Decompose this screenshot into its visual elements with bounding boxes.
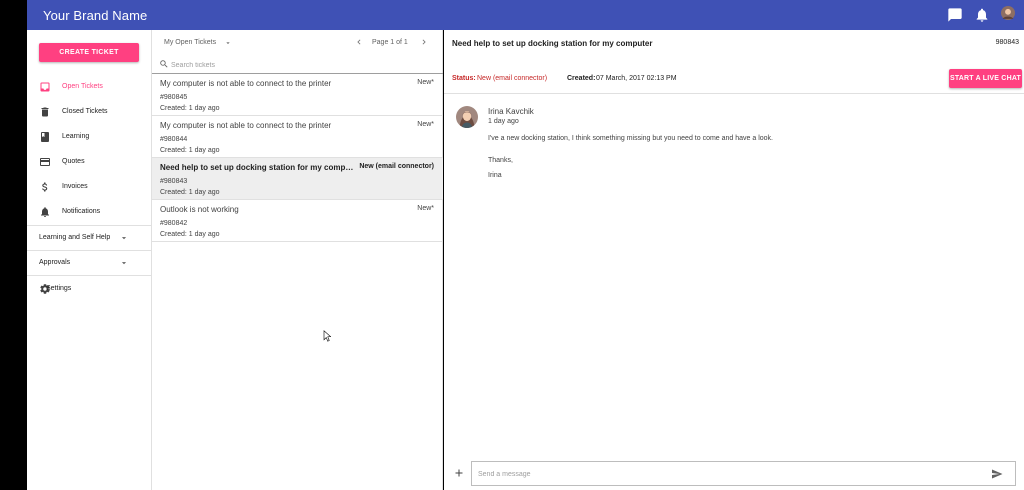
section-label: Learning and Self Help	[39, 234, 111, 241]
sidebar-item-label: Settings	[46, 285, 72, 292]
message-line: I've a new docking station, I think some…	[488, 135, 774, 142]
message-composer	[471, 461, 1016, 486]
caret-down-icon[interactable]	[224, 39, 232, 47]
add-attachment-icon[interactable]	[453, 467, 465, 479]
ticket-row[interactable]: My computer is not able to connect to th…	[152, 116, 443, 158]
search-icon	[160, 60, 168, 68]
ticket-title: My computer is not able to connect to th…	[160, 121, 332, 130]
ticket-list-panel: My Open Tickets Page 1 of 1 My computer …	[152, 30, 443, 490]
ticket-title: Need help to set up docking station for …	[160, 163, 356, 172]
ticket-row[interactable]: My computer is not able to connect to th…	[152, 74, 443, 116]
ticket-created: Created: 1 day ago	[160, 231, 220, 238]
sidebar-item-notifications[interactable]: Notifications	[27, 202, 151, 222]
ticket-row[interactable]: Outlook is not working New* #980842 Crea…	[152, 200, 443, 242]
search-input[interactable]	[171, 59, 431, 71]
sidebar-item-label: Learning	[62, 133, 90, 140]
search-bar	[152, 56, 443, 74]
ticket-created: Created: 1 day ago	[160, 105, 220, 112]
ticket-title: Outlook is not working	[160, 205, 239, 214]
message-line: Irina	[488, 172, 502, 179]
card-icon	[40, 158, 50, 166]
message-input[interactable]	[478, 468, 978, 480]
divider	[27, 250, 151, 251]
message-time: 1 day ago	[488, 118, 519, 125]
sidebar-item-label: Open Tickets	[62, 83, 103, 90]
ticket-number: #980843	[160, 178, 188, 185]
sidebar-item-label: Invoices	[62, 183, 88, 190]
ticket-row-selected[interactable]: Need help to set up docking station for …	[152, 158, 443, 200]
sidebar-item-open-tickets[interactable]: Open Tickets	[27, 77, 151, 97]
sidebar-item-closed-tickets[interactable]: Closed Tickets	[27, 102, 151, 122]
pager-text: Page 1 of 1	[372, 39, 408, 46]
sidebar-item-quotes[interactable]: Quotes	[27, 152, 151, 172]
divider	[27, 275, 151, 276]
dollar-icon	[42, 182, 48, 192]
chevron-right-icon[interactable]	[419, 37, 429, 47]
ticket-number: #980844	[160, 136, 188, 143]
sidebar-item-invoices[interactable]: Invoices	[27, 177, 151, 197]
ticket-status: New*	[417, 121, 434, 128]
created-label: Created:	[567, 75, 596, 82]
ticket-created: Created: 1 day ago	[160, 147, 220, 154]
app-bar: Your Brand Name	[27, 0, 1024, 30]
ticket-status: New*	[417, 205, 434, 212]
bell-icon[interactable]	[974, 7, 990, 23]
created-value: 07 March, 2017 02:13 PM	[596, 75, 677, 82]
send-icon[interactable]	[991, 468, 1003, 480]
message-author-avatar	[456, 106, 478, 128]
create-ticket-button[interactable]: CREATE TICKET	[39, 43, 139, 62]
ticket-detail-title: Need help to set up docking station for …	[452, 39, 653, 48]
ticket-meta-bar: Status: New (email connector) Created: 0…	[444, 64, 1024, 94]
sidebar-item-label: Quotes	[62, 158, 85, 165]
mouse-cursor-icon	[323, 330, 331, 342]
status-label: Status:	[452, 75, 476, 82]
book-icon	[41, 132, 49, 142]
ticket-detail-number: 980843	[995, 39, 1019, 46]
message-line: Thanks,	[488, 157, 513, 164]
caret-down-icon	[121, 262, 127, 265]
chevron-left-icon[interactable]	[354, 37, 364, 47]
ticket-status: New*	[417, 79, 434, 86]
ticket-detail-panel: Need help to set up docking station for …	[444, 30, 1024, 490]
bell-icon	[41, 207, 49, 217]
sidebar-item-settings[interactable]: Settings	[27, 279, 151, 299]
ticket-number: #980842	[160, 220, 188, 227]
sidebar-item-label: Notifications	[62, 208, 101, 215]
message-author: Irina Kavchik	[488, 107, 534, 116]
ticket-number: #980845	[160, 94, 188, 101]
caret-down-icon	[121, 237, 127, 240]
section-approvals[interactable]: Approvals	[27, 253, 151, 273]
sidebar-item-label: Closed Tickets	[62, 108, 108, 115]
avatar[interactable]	[1001, 6, 1015, 20]
ticket-title: My computer is not able to connect to th…	[160, 79, 332, 88]
sidebar: CREATE TICKET Open Tickets Closed Ticket…	[27, 30, 152, 490]
chat-icon[interactable]	[947, 7, 963, 23]
list-header: My Open Tickets Page 1 of 1	[152, 30, 443, 56]
divider	[27, 225, 151, 226]
ticket-created: Created: 1 day ago	[160, 189, 220, 196]
ticket-status: New (email connector)	[359, 163, 434, 170]
ticket-filter-dropdown[interactable]: My Open Tickets	[164, 39, 216, 46]
inbox-icon	[40, 82, 50, 92]
brand-name[interactable]: Your Brand Name	[43, 8, 147, 23]
status-value: New (email connector)	[477, 75, 548, 82]
sidebar-item-learning[interactable]: Learning	[27, 127, 151, 147]
start-live-chat-button[interactable]: START A LIVE CHAT	[949, 69, 1022, 88]
trash-icon	[41, 107, 49, 117]
section-learning-self-help[interactable]: Learning and Self Help	[27, 228, 151, 248]
section-label: Approvals	[39, 259, 71, 266]
